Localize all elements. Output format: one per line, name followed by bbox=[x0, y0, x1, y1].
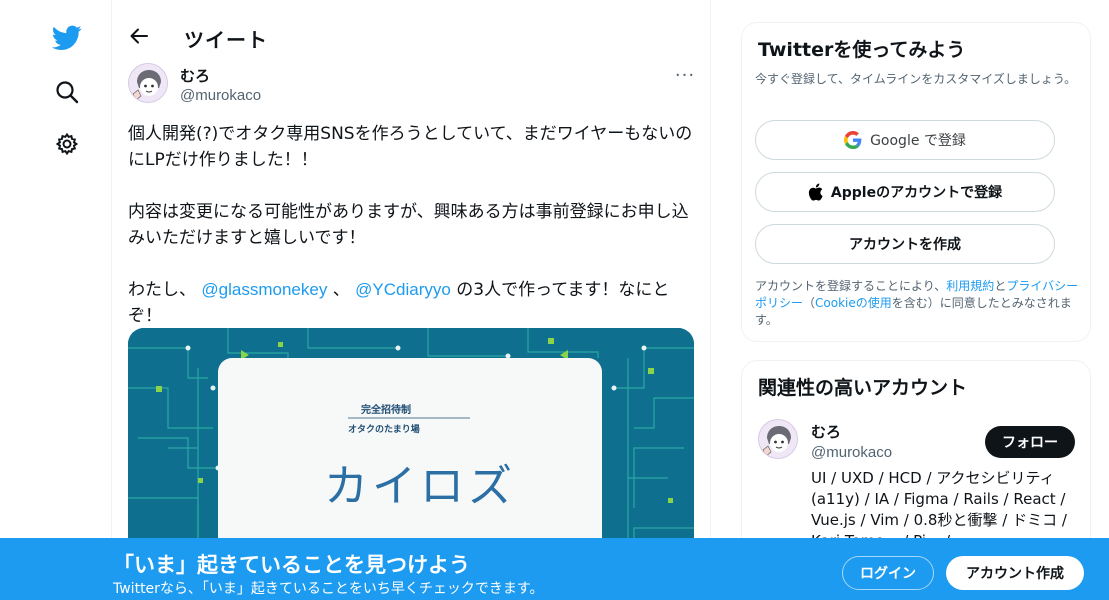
twitter-bird-icon[interactable] bbox=[50, 21, 84, 55]
login-button[interactable]: ログイン bbox=[842, 556, 934, 590]
author-handle[interactable]: @murokaco bbox=[180, 87, 261, 104]
tweet-text-fragment: 、 bbox=[327, 280, 356, 300]
related-account-handle[interactable]: @murokaco bbox=[811, 444, 892, 461]
divider bbox=[348, 417, 470, 419]
tweet-paragraph: 個人開発(?)でオタク専用SNSを作ろうとしていて、まだワイヤーもないのにLPだ… bbox=[128, 124, 693, 170]
tweet-text-fragment: わたし、 bbox=[128, 280, 202, 300]
signup-description: 今すぐ登録して、タイムラインをカスタマイズしましょう。 bbox=[755, 72, 1077, 86]
legal-text: （ bbox=[803, 296, 816, 310]
tweet-text: 個人開発(?)でオタク専用SNSを作ろうとしていて、まだワイヤーもないのにLPだ… bbox=[128, 121, 694, 355]
banner-subtitle: Twitterなら、「いま」起きていることをいち早くチェックできます。 bbox=[113, 581, 544, 597]
legal-text: と bbox=[994, 279, 1007, 293]
follow-button[interactable]: フォロー bbox=[985, 426, 1075, 458]
apple-signup-label: Appleのアカウントで登録 bbox=[830, 185, 1003, 201]
tweet-author: むろ @murokaco ··· bbox=[128, 63, 698, 113]
google-icon bbox=[844, 131, 862, 149]
tweet-column: ツイート むろ @murokaco ··· 個人開発(?)でオタク専用SNSを作… bbox=[112, 0, 711, 600]
left-nav bbox=[0, 0, 112, 600]
back-button[interactable] bbox=[126, 23, 152, 49]
apple-icon bbox=[808, 183, 823, 201]
signup-legal-text: アカウントを登録することにより、利用規約とプライバシーポリシー（Cookieの使… bbox=[755, 278, 1085, 329]
create-account-button[interactable]: アカウントを作成 bbox=[755, 224, 1055, 264]
signup-card: Twitterを使ってみよう 今すぐ登録して、タイムラインをカスタマイズしましょ… bbox=[741, 22, 1091, 342]
legal-text: アカウントを登録することにより、 bbox=[755, 279, 947, 293]
banner-title: 「いま」起きていることを見つけよう bbox=[113, 553, 470, 577]
author-name[interactable]: むろ bbox=[180, 65, 210, 86]
search-icon[interactable] bbox=[50, 75, 84, 109]
avatar[interactable] bbox=[128, 63, 168, 103]
tweet-paragraph: わたし、 @glassmonekey 、 @YCdiaryyo の3人で作ってま… bbox=[128, 277, 694, 329]
avatar[interactable] bbox=[758, 419, 798, 459]
mention-link[interactable]: @glassmonekey bbox=[201, 280, 327, 299]
mention-link[interactable]: @YCdiaryyo bbox=[355, 280, 451, 299]
tweet-header: ツイート bbox=[112, 0, 710, 72]
ellipsis-icon[interactable]: ··· bbox=[673, 63, 697, 87]
media-badge: 完全招待制 bbox=[361, 405, 411, 416]
apple-signup-button[interactable]: Appleのアカウントで登録 bbox=[755, 172, 1055, 212]
signup-button[interactable]: アカウント作成 bbox=[946, 556, 1084, 590]
terms-link[interactable]: 利用規約 bbox=[946, 279, 994, 293]
google-signup-button[interactable]: Google で登録 bbox=[755, 120, 1055, 160]
create-account-label: アカウントを作成 bbox=[849, 237, 961, 253]
page-title: ツイート bbox=[184, 28, 268, 52]
cookie-link[interactable]: Cookieの使用 bbox=[815, 296, 892, 310]
related-title: 関連性の高いアカウント bbox=[758, 377, 968, 399]
tweet-paragraph: 内容は変更になる可能性がありますが、興味ある方は事前登録にお申し込みいただけます… bbox=[128, 202, 689, 248]
signup-banner: 「いま」起きていることを見つけよう Twitterなら、「いま」起きていることを… bbox=[0, 538, 1109, 600]
signup-title: Twitterを使ってみよう bbox=[758, 39, 966, 61]
gear-icon[interactable] bbox=[50, 127, 84, 161]
arrow-left-icon bbox=[130, 28, 148, 44]
google-signup-label: Google で登録 bbox=[870, 133, 966, 149]
related-account-name[interactable]: むろ bbox=[811, 421, 841, 442]
media-logo: カイロズ bbox=[324, 461, 516, 512]
media-subtitle: オタクのたまり場 bbox=[348, 425, 420, 435]
